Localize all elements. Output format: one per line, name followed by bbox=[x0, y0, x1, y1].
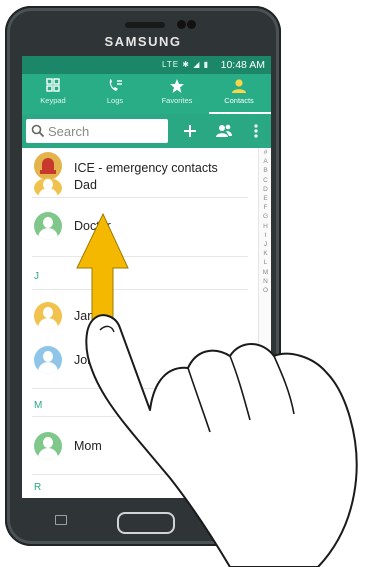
swipe-up-arrow-icon bbox=[76, 212, 129, 323]
gesture-overlay bbox=[76, 212, 358, 567]
hand-pointer-icon bbox=[85, 314, 358, 567]
